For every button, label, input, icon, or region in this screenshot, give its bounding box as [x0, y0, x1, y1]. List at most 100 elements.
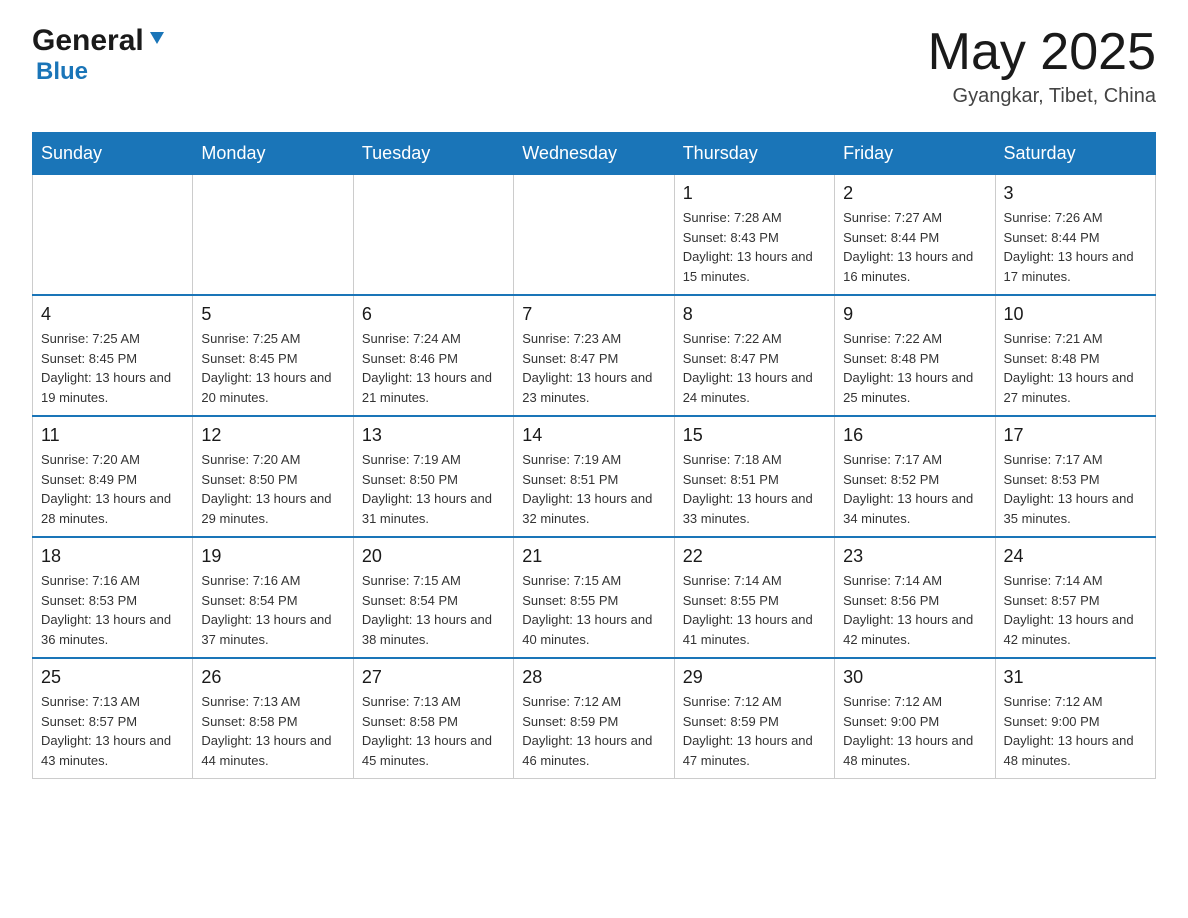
logo-arrow-icon	[146, 28, 168, 50]
day-number: 17	[1004, 425, 1147, 446]
calendar-cell: 27Sunrise: 7:13 AM Sunset: 8:58 PM Dayli…	[353, 658, 513, 779]
day-number: 18	[41, 546, 184, 567]
day-info: Sunrise: 7:12 AM Sunset: 9:00 PM Dayligh…	[1004, 692, 1147, 770]
day-info: Sunrise: 7:15 AM Sunset: 8:55 PM Dayligh…	[522, 571, 665, 649]
calendar-cell: 19Sunrise: 7:16 AM Sunset: 8:54 PM Dayli…	[193, 537, 353, 658]
calendar-cell: 20 Sunrise: 7:15 AM Sunset: 8:54 PM Dayli…	[353, 537, 513, 658]
day-number: 30	[843, 667, 986, 688]
day-info: Sunrise: 7:24 AM Sunset: 8:46 PM Dayligh…	[362, 329, 505, 407]
logo: General Blue	[32, 24, 168, 86]
title-section: May 2025 Gyangkar, Tibet, China	[928, 24, 1156, 108]
calendar-cell: 1 Sunrise: 7:28 AM Sunset: 8:43 PM Daylig…	[674, 175, 834, 296]
day-info: Sunrise: 7:28 AM Sunset: 8:43 PM Dayligh…	[683, 208, 826, 286]
day-info: Sunrise: 7:17 AM Sunset: 8:53 PM Dayligh…	[1004, 450, 1147, 528]
day-info: Sunrise: 7:20 AM Sunset: 8:50 PM Dayligh…	[201, 450, 344, 528]
calendar-cell	[193, 175, 353, 296]
day-info: Sunrise: 7:15 AM Sunset: 8:54 PM Dayligh…	[362, 571, 505, 649]
calendar-header-row: SundayMondayTuesdayWednesdayThursdayFrid…	[33, 133, 1156, 175]
day-number: 26	[201, 667, 344, 688]
calendar-header-saturday: Saturday	[995, 133, 1155, 175]
calendar-cell: 23Sunrise: 7:14 AM Sunset: 8:56 PM Dayli…	[835, 537, 995, 658]
logo-general-text: General	[32, 24, 144, 58]
day-info: Sunrise: 7:21 AM Sunset: 8:48 PM Dayligh…	[1004, 329, 1147, 407]
calendar-cell: 16 Sunrise: 7:17 AM Sunset: 8:52 PM Dayli…	[835, 416, 995, 537]
day-info: Sunrise: 7:16 AM Sunset: 8:53 PM Dayligh…	[41, 571, 184, 649]
day-info: Sunrise: 7:20 AM Sunset: 8:49 PM Dayligh…	[41, 450, 184, 528]
calendar-cell: 14Sunrise: 7:19 AM Sunset: 8:51 PM Dayli…	[514, 416, 674, 537]
calendar-header-tuesday: Tuesday	[353, 133, 513, 175]
calendar-table: SundayMondayTuesdayWednesdayThursdayFrid…	[32, 132, 1156, 779]
day-info: Sunrise: 7:17 AM Sunset: 8:52 PM Dayligh…	[843, 450, 986, 528]
day-info: Sunrise: 7:25 AM Sunset: 8:45 PM Dayligh…	[41, 329, 184, 407]
day-info: Sunrise: 7:25 AM Sunset: 8:45 PM Dayligh…	[201, 329, 344, 407]
day-info: Sunrise: 7:14 AM Sunset: 8:55 PM Dayligh…	[683, 571, 826, 649]
calendar-week-row: 25 Sunrise: 7:13 AM Sunset: 8:57 PM Dayli…	[33, 658, 1156, 779]
day-info: Sunrise: 7:12 AM Sunset: 8:59 PM Dayligh…	[522, 692, 665, 770]
day-number: 22	[683, 546, 826, 567]
day-info: Sunrise: 7:13 AM Sunset: 8:58 PM Dayligh…	[362, 692, 505, 770]
day-info: Sunrise: 7:22 AM Sunset: 8:48 PM Dayligh…	[843, 329, 986, 407]
calendar-cell: 21Sunrise: 7:15 AM Sunset: 8:55 PM Dayli…	[514, 537, 674, 658]
calendar-week-row: 1 Sunrise: 7:28 AM Sunset: 8:43 PM Daylig…	[33, 175, 1156, 296]
calendar-cell: 18 Sunrise: 7:16 AM Sunset: 8:53 PM Dayli…	[33, 537, 193, 658]
day-number: 6	[362, 304, 505, 325]
day-info: Sunrise: 7:12 AM Sunset: 8:59 PM Dayligh…	[683, 692, 826, 770]
calendar-cell	[353, 175, 513, 296]
day-number: 28	[522, 667, 665, 688]
calendar-cell: 6 Sunrise: 7:24 AM Sunset: 8:46 PM Daylig…	[353, 295, 513, 416]
month-year-title: May 2025	[928, 24, 1156, 81]
day-number: 8	[683, 304, 826, 325]
calendar-cell: 13 Sunrise: 7:19 AM Sunset: 8:50 PM Dayli…	[353, 416, 513, 537]
calendar-cell: 3Sunrise: 7:26 AM Sunset: 8:44 PM Daylig…	[995, 175, 1155, 296]
day-info: Sunrise: 7:19 AM Sunset: 8:50 PM Dayligh…	[362, 450, 505, 528]
day-number: 5	[201, 304, 344, 325]
day-number: 10	[1004, 304, 1147, 325]
calendar-cell: 10 Sunrise: 7:21 AM Sunset: 8:48 PM Dayli…	[995, 295, 1155, 416]
calendar-cell: 12 Sunrise: 7:20 AM Sunset: 8:50 PM Dayli…	[193, 416, 353, 537]
day-info: Sunrise: 7:23 AM Sunset: 8:47 PM Dayligh…	[522, 329, 665, 407]
calendar-header-monday: Monday	[193, 133, 353, 175]
day-info: Sunrise: 7:27 AM Sunset: 8:44 PM Dayligh…	[843, 208, 986, 286]
day-number: 14	[522, 425, 665, 446]
calendar-cell: 28 Sunrise: 7:12 AM Sunset: 8:59 PM Dayli…	[514, 658, 674, 779]
calendar-cell	[514, 175, 674, 296]
calendar-cell: 17 Sunrise: 7:17 AM Sunset: 8:53 PM Dayli…	[995, 416, 1155, 537]
day-number: 13	[362, 425, 505, 446]
day-number: 16	[843, 425, 986, 446]
day-number: 31	[1004, 667, 1147, 688]
day-number: 11	[41, 425, 184, 446]
calendar-header-wednesday: Wednesday	[514, 133, 674, 175]
calendar-cell	[33, 175, 193, 296]
day-number: 4	[41, 304, 184, 325]
calendar-week-row: 18 Sunrise: 7:16 AM Sunset: 8:53 PM Dayli…	[33, 537, 1156, 658]
calendar-cell: 30 Sunrise: 7:12 AM Sunset: 9:00 PM Dayli…	[835, 658, 995, 779]
calendar-cell: 26 Sunrise: 7:13 AM Sunset: 8:58 PM Dayli…	[193, 658, 353, 779]
day-number: 2	[843, 183, 986, 204]
calendar-cell: 15Sunrise: 7:18 AM Sunset: 8:51 PM Dayli…	[674, 416, 834, 537]
day-info: Sunrise: 7:18 AM Sunset: 8:51 PM Dayligh…	[683, 450, 826, 528]
logo-blue-text: Blue	[36, 58, 88, 86]
day-number: 24	[1004, 546, 1147, 567]
calendar-cell: 7Sunrise: 7:23 AM Sunset: 8:47 PM Daylig…	[514, 295, 674, 416]
day-number: 20	[362, 546, 505, 567]
calendar-cell: 5 Sunrise: 7:25 AM Sunset: 8:45 PM Daylig…	[193, 295, 353, 416]
calendar-week-row: 11 Sunrise: 7:20 AM Sunset: 8:49 PM Dayli…	[33, 416, 1156, 537]
day-info: Sunrise: 7:13 AM Sunset: 8:57 PM Dayligh…	[41, 692, 184, 770]
day-number: 23	[843, 546, 986, 567]
calendar-cell: 25 Sunrise: 7:13 AM Sunset: 8:57 PM Dayli…	[33, 658, 193, 779]
calendar-cell: 22 Sunrise: 7:14 AM Sunset: 8:55 PM Dayli…	[674, 537, 834, 658]
day-number: 1	[683, 183, 826, 204]
day-number: 12	[201, 425, 344, 446]
day-number: 3	[1004, 183, 1147, 204]
calendar-header-thursday: Thursday	[674, 133, 834, 175]
calendar-cell: 24Sunrise: 7:14 AM Sunset: 8:57 PM Dayli…	[995, 537, 1155, 658]
calendar-cell: 29Sunrise: 7:12 AM Sunset: 8:59 PM Dayli…	[674, 658, 834, 779]
day-number: 9	[843, 304, 986, 325]
day-info: Sunrise: 7:13 AM Sunset: 8:58 PM Dayligh…	[201, 692, 344, 770]
day-info: Sunrise: 7:22 AM Sunset: 8:47 PM Dayligh…	[683, 329, 826, 407]
calendar-header-sunday: Sunday	[33, 133, 193, 175]
calendar-header-friday: Friday	[835, 133, 995, 175]
day-number: 25	[41, 667, 184, 688]
calendar-week-row: 4 Sunrise: 7:25 AM Sunset: 8:45 PM Daylig…	[33, 295, 1156, 416]
day-info: Sunrise: 7:12 AM Sunset: 9:00 PM Dayligh…	[843, 692, 986, 770]
